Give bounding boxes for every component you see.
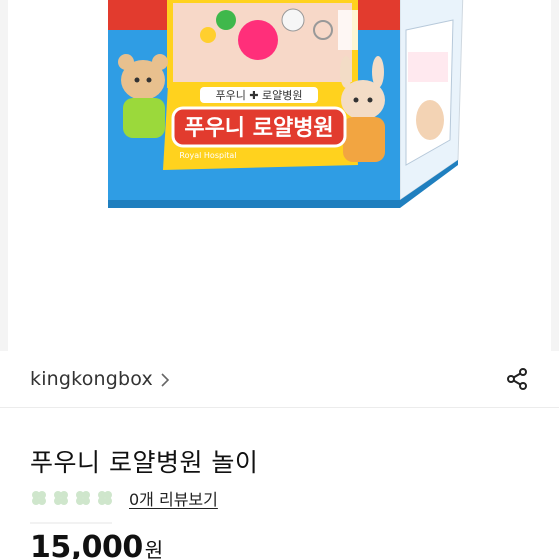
clover-icon (74, 489, 92, 507)
rating-row: 0개 리뷰보기 (30, 486, 218, 510)
toy-box-illustration: 푸우니 ✚ 로얄병원 푸우니 로얄병원 Royal Hospital (108, 0, 468, 210)
price: 15,000 원 (30, 530, 163, 559)
product-title: 푸우니 로얄병원 놀이 (30, 448, 259, 477)
product-image-area[interactable]: 푸우니 ✚ 로얄병원 푸우니 로얄병원 Royal Hospital (0, 0, 559, 351)
clover-icon (30, 489, 48, 507)
box-label-small: 푸우니 ✚ 로얄병원 (215, 88, 302, 102)
share-icon[interactable] (505, 367, 529, 391)
chevron-right-icon[interactable] (159, 372, 171, 387)
seller-name-link[interactable]: kingkongbox (30, 368, 153, 390)
divider (30, 522, 112, 524)
price-unit: 원 (144, 538, 164, 559)
box-label-english: Royal Hospital (179, 151, 236, 160)
clover-icon (52, 489, 70, 507)
clover-icon (96, 489, 114, 507)
price-value: 15,000 (30, 530, 143, 559)
box-label-large: 푸우니 로얄병원 (184, 116, 333, 141)
seller-row: kingkongbox (0, 351, 559, 408)
review-link[interactable]: 0개 리뷰보기 (129, 486, 218, 510)
product-image[interactable]: 푸우니 ✚ 로얄병원 푸우니 로얄병원 Royal Hospital (8, 0, 551, 351)
